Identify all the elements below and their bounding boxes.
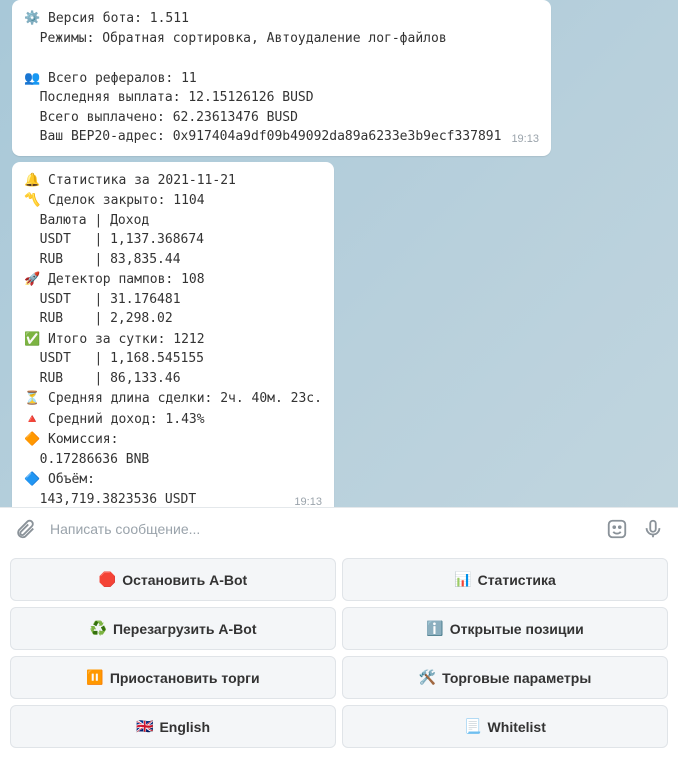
stop-button[interactable]: 🛑 Остановить A-Bot <box>10 558 336 601</box>
gear-icon: ⚙️ <box>24 10 40 25</box>
button-label: Перезагрузить A-Bot <box>113 621 257 637</box>
recycle-icon: ♻️ <box>90 620 107 637</box>
check-icon: ✅ <box>24 331 40 346</box>
sticker-icon[interactable] <box>606 518 628 540</box>
stats-icon: 📊 <box>454 571 471 588</box>
notepad-icon: 📃 <box>464 718 481 735</box>
total-text: Итого за сутки: 1212 <box>40 332 204 347</box>
pause-button[interactable]: ⏸️ Приостановить торги <box>10 656 336 699</box>
english-button[interactable]: 🇬🇧 English <box>10 705 336 748</box>
referrals-text: Всего рефералов: 11 <box>40 71 197 86</box>
button-label: Статистика <box>478 572 556 588</box>
info-icon: ℹ️ <box>426 620 443 637</box>
reply-keyboard: 🛑 Остановить A-Bot 📊 Статистика ♻️ Перез… <box>0 550 678 758</box>
usdt-row-1: USDT | 1,137.368674 <box>24 230 322 250</box>
bell-icon: 🔔 <box>24 172 40 187</box>
button-label: English <box>159 719 210 735</box>
last-payout-text: Последняя выплата: 12.15126126 BUSD <box>24 88 539 108</box>
chat-area: ⚙️ Версия бота: 1.511 Режимы: Обратная с… <box>0 0 678 507</box>
positions-button[interactable]: ℹ️ Открытые позиции <box>342 607 668 650</box>
commission-label: Комиссия: <box>40 432 118 447</box>
reload-button[interactable]: ♻️ Перезагрузить A-Bot <box>10 607 336 650</box>
avg-length-text: Средняя длина сделки: 2ч. 40м. 23с. <box>40 391 322 406</box>
rocket-icon: 🚀 <box>24 271 40 286</box>
bep20-text: Ваш BEP20-адрес: 0x917404a9df09b49092da8… <box>24 129 501 144</box>
button-label: Whitelist <box>488 719 546 735</box>
button-label: Открытые позиции <box>450 621 584 637</box>
volume-label: Объём: <box>40 472 95 487</box>
input-bar <box>0 507 678 550</box>
pause-icon: ⏸️ <box>86 669 103 686</box>
message-time: 19:13 <box>294 494 322 508</box>
deals-text: Сделок закрыто: 1104 <box>40 193 204 208</box>
hourglass-icon: ⏳ <box>24 390 40 405</box>
button-label: Остановить A-Bot <box>122 572 247 588</box>
usdt-row-2: USDT | 31.176481 <box>24 290 322 310</box>
commission-value: 0.17286636 BNB <box>24 450 322 470</box>
message-input[interactable] <box>50 521 592 537</box>
pump-text: Детектор пампов: 108 <box>40 272 204 287</box>
avg-income-text: Средний доход: 1.43% <box>40 412 204 427</box>
stop-icon: 🛑 <box>99 571 116 588</box>
mic-icon[interactable] <box>642 518 664 540</box>
diamond-blue-icon: 🔷 <box>24 471 40 486</box>
people-icon: 👥 <box>24 70 40 85</box>
table-header: Валюта | Доход <box>24 211 322 231</box>
modes-text: Режимы: Обратная сортировка, Автоудалени… <box>24 29 539 49</box>
message-time: 19:13 <box>511 131 539 148</box>
triangle-up-icon: 🔺 <box>24 411 40 426</box>
tools-icon: 🛠️ <box>419 669 436 686</box>
stats-button[interactable]: 📊 Статистика <box>342 558 668 601</box>
total-paid-text: Всего выплачено: 62.23613476 BUSD <box>24 108 539 128</box>
rub-row-1: RUB | 83,835.44 <box>24 250 322 270</box>
diamond-orange-icon: 🔶 <box>24 431 40 446</box>
chart-icon: 〽️ <box>24 192 40 207</box>
version-text: Версия бота: 1.511 <box>40 11 189 26</box>
message-stats: 🔔 Статистика за 2021-11-21 〽️ Сделок зак… <box>12 162 334 508</box>
rub-row-2: RUB | 2,298.02 <box>24 309 322 329</box>
stats-title: Статистика за 2021-11-21 <box>40 173 236 188</box>
params-button[interactable]: 🛠️ Торговые параметры <box>342 656 668 699</box>
usdt-row-3: USDT | 1,168.545155 <box>24 349 322 369</box>
attach-icon[interactable] <box>14 518 36 540</box>
flag-uk-icon: 🇬🇧 <box>136 718 153 735</box>
button-label: Приостановить торги <box>110 670 260 686</box>
message-bot-info: ⚙️ Версия бота: 1.511 Режимы: Обратная с… <box>12 0 551 156</box>
button-label: Торговые параметры <box>442 670 591 686</box>
rub-row-3: RUB | 86,133.46 <box>24 369 322 389</box>
volume-value: 143,719.3823536 USDT <box>24 492 196 507</box>
whitelist-button[interactable]: 📃 Whitelist <box>342 705 668 748</box>
